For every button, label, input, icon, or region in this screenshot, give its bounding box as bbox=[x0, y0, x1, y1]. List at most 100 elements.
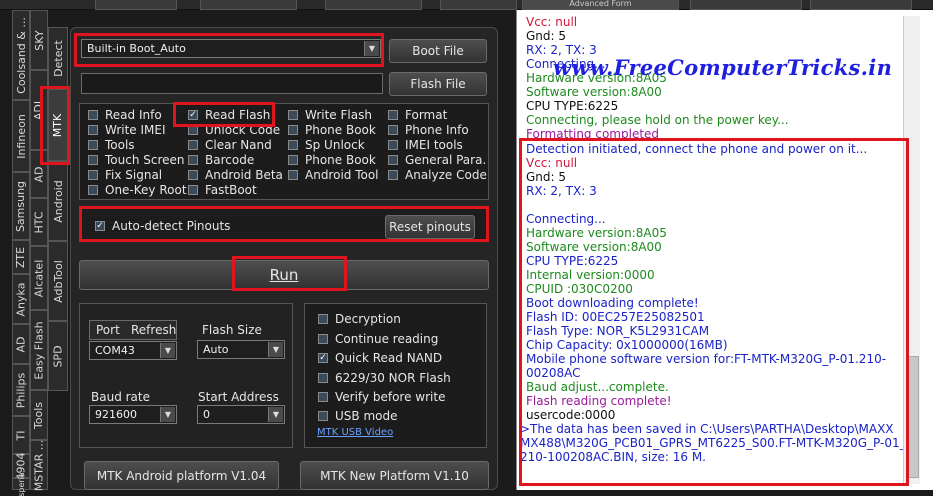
option-checkbox[interactable]: Continue reading bbox=[318, 332, 438, 346]
chevron-down-icon[interactable]: ▼ bbox=[160, 407, 175, 422]
operation-checkbox[interactable]: Android Tool bbox=[288, 168, 379, 182]
log-line: Connecting... bbox=[526, 212, 606, 226]
operation-checkbox[interactable]: Fix Signal bbox=[88, 168, 162, 182]
boot-file-button[interactable]: Boot File bbox=[389, 39, 487, 63]
option-checkbox[interactable]: Verify before write bbox=[318, 390, 445, 404]
option-checkbox[interactable]: ✓ Quick Read NAND bbox=[318, 351, 442, 365]
operation-checkbox[interactable]: Format bbox=[388, 108, 447, 122]
vtab-spd[interactable]: SPD bbox=[48, 321, 68, 391]
top-tab[interactable] bbox=[810, 0, 912, 10]
auto-detect-pinouts-checkbox[interactable]: ✓ Auto-detect Pinouts bbox=[95, 219, 230, 233]
operation-label: Sp Unlock bbox=[305, 138, 365, 152]
vtab-ad2[interactable]: AD bbox=[30, 150, 48, 198]
operation-label: Android Beta bbox=[205, 168, 283, 182]
port-select[interactable]: COM43 ▼ bbox=[89, 341, 177, 360]
checkbox-icon bbox=[388, 110, 398, 120]
top-tab-advanced-form[interactable]: Advanced Form bbox=[522, 0, 679, 10]
top-tab[interactable] bbox=[690, 0, 802, 10]
vtab-mstar[interactable]: MSTAR ... bbox=[30, 439, 48, 491]
checkbox-icon bbox=[88, 170, 98, 180]
operation-checkbox[interactable]: Phone Book bbox=[288, 153, 376, 167]
operation-checkbox[interactable]: Touch Screen bbox=[88, 153, 185, 167]
top-tab-strip: Advanced Form bbox=[0, 0, 933, 10]
scrollbar-thumb[interactable] bbox=[907, 356, 919, 478]
operation-checkbox[interactable]: Phone Book bbox=[288, 123, 376, 137]
flash-file-path[interactable] bbox=[81, 73, 383, 94]
flash-size-select[interactable]: Auto ▼ bbox=[197, 340, 285, 359]
chevron-down-icon[interactable]: ▼ bbox=[364, 41, 379, 56]
vtab-htc[interactable]: HTC bbox=[30, 198, 48, 246]
operation-checkbox[interactable]: Sp Unlock bbox=[288, 138, 365, 152]
chevron-down-icon[interactable]: ▼ bbox=[160, 343, 175, 358]
operation-checkbox[interactable]: Analyze Code bbox=[388, 168, 487, 182]
operation-checkbox[interactable]: Clear Nand bbox=[188, 138, 272, 152]
operation-checkbox[interactable]: ✓ Read Flash bbox=[188, 108, 270, 122]
vtab-detect[interactable]: Detect bbox=[48, 27, 68, 89]
operation-checkbox[interactable]: Tools bbox=[88, 138, 135, 152]
operation-label: FastBoot bbox=[205, 183, 257, 197]
vtab-speria[interactable]: speria bbox=[12, 472, 30, 496]
vtab-mtk[interactable]: MTK bbox=[48, 89, 68, 161]
mtk-android-platform-button[interactable]: MTK Android platform V1.04 bbox=[84, 461, 279, 490]
checkbox-icon bbox=[388, 170, 398, 180]
log-line: Vcc: null bbox=[526, 156, 578, 170]
operation-checkbox[interactable]: General Para. bbox=[388, 153, 486, 167]
checkbox-icon bbox=[388, 140, 398, 150]
operation-label: Android Tool bbox=[305, 168, 379, 182]
start-address-select[interactable]: 0 ▼ bbox=[197, 405, 285, 424]
checkbox-icon bbox=[318, 411, 328, 421]
log-line: Detection initiated, connect the phone a… bbox=[526, 142, 868, 156]
log-line: Gnd: 5 bbox=[526, 29, 567, 43]
log-line: Baud adjust...complete. bbox=[526, 380, 669, 394]
top-tab[interactable] bbox=[200, 0, 297, 10]
vtab-coolsand[interactable]: Coolsand & ... bbox=[12, 10, 30, 100]
boot-select[interactable]: Built-in Boot_Auto ▼ bbox=[81, 39, 381, 58]
refresh-label[interactable]: Refresh bbox=[131, 323, 176, 337]
operation-checkbox[interactable]: Barcode bbox=[188, 153, 254, 167]
vtab-tools[interactable]: Tools bbox=[30, 390, 48, 440]
log-scrollbar[interactable] bbox=[903, 16, 920, 484]
operation-checkbox[interactable]: Write IMEI bbox=[88, 123, 166, 137]
log-line: Chip Capacity: 0x1000000(16MB) bbox=[526, 338, 728, 352]
vtab-ad[interactable]: AD bbox=[12, 324, 30, 364]
vtab-philips[interactable]: Philips bbox=[12, 364, 30, 416]
operation-checkbox[interactable]: Unlock Code bbox=[188, 123, 280, 137]
operation-checkbox[interactable]: Phone Info bbox=[388, 123, 469, 137]
mtk-usb-video-link[interactable]: MTK USB Video bbox=[317, 427, 393, 438]
mtk-new-platform-button[interactable]: MTK New Platform V1.10 bbox=[300, 461, 489, 490]
operation-checkbox[interactable]: Android Beta bbox=[188, 168, 283, 182]
operation-checkbox[interactable]: One-Key Root bbox=[88, 183, 187, 197]
vtab-android[interactable]: Android bbox=[48, 161, 68, 241]
flash-file-button[interactable]: Flash File bbox=[389, 72, 487, 96]
vtab-samsung[interactable]: Samsung bbox=[12, 172, 30, 240]
operation-checkbox[interactable]: Read Info bbox=[88, 108, 162, 122]
run-button[interactable]: Run bbox=[79, 260, 489, 290]
operation-checkbox[interactable]: IMEI tools bbox=[388, 138, 463, 152]
vtab-zte[interactable]: ZTE bbox=[12, 240, 30, 274]
top-tab[interactable] bbox=[95, 0, 177, 10]
operation-label: Fix Signal bbox=[105, 168, 163, 182]
log-line: Software version:8A00 bbox=[526, 85, 662, 99]
vtab-adbtool[interactable]: AdbTool bbox=[48, 241, 68, 321]
vtab-ti[interactable]: TI bbox=[12, 416, 30, 454]
vtab-adi[interactable]: ADI bbox=[30, 70, 48, 150]
vtab-alcatel[interactable]: Alcatel bbox=[30, 246, 48, 310]
chevron-down-icon[interactable]: ▼ bbox=[268, 342, 283, 357]
option-checkbox[interactable]: USB mode bbox=[318, 409, 397, 423]
option-checkbox[interactable]: 6229/30 NOR Flash bbox=[318, 371, 451, 385]
baud-rate-select[interactable]: 921600 ▼ bbox=[89, 405, 177, 424]
chevron-down-icon[interactable]: ▼ bbox=[268, 407, 283, 422]
vtab-sky[interactable]: SKY bbox=[30, 10, 48, 70]
vtab-infineon[interactable]: Infineon bbox=[12, 100, 30, 172]
operation-checkbox[interactable]: Write Flash bbox=[288, 108, 372, 122]
top-tab[interactable] bbox=[325, 0, 422, 10]
log-output[interactable]: Vcc: null Gnd: 5 RX: 2, TX: 3 Connecting...… bbox=[516, 10, 933, 490]
operation-checkbox[interactable]: FastBoot bbox=[188, 183, 257, 197]
option-checkbox[interactable]: Decryption bbox=[318, 312, 401, 326]
checkbox-icon bbox=[88, 155, 98, 165]
reset-pinouts-button[interactable]: Reset pinouts bbox=[385, 215, 475, 239]
vtab-easy-flash[interactable]: Easy Flash bbox=[30, 310, 48, 390]
vtab-anyka[interactable]: Anyka bbox=[12, 274, 30, 324]
top-tab[interactable] bbox=[440, 0, 517, 10]
flash-size-label: Flash Size bbox=[202, 323, 262, 337]
